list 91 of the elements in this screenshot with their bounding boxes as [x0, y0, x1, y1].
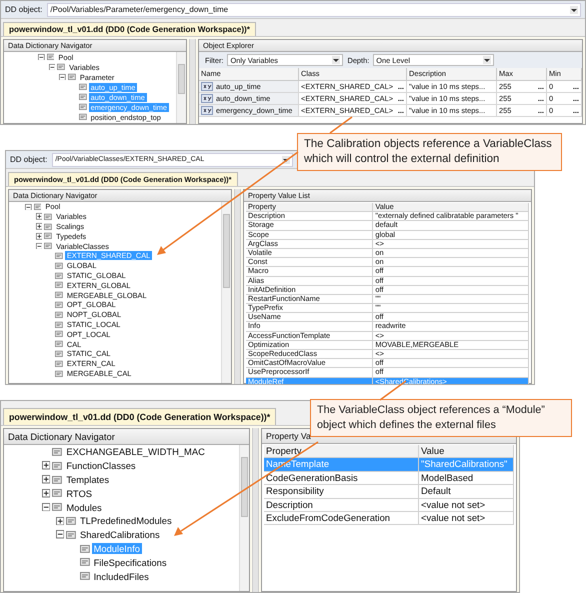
property-row[interactable]: ExcludeFromCodeGeneration <value not set> [264, 512, 514, 526]
node-icon [52, 474, 62, 484]
tree-item[interactable]: IncludedFiles [92, 570, 151, 582]
dropdown-caret-icon[interactable] [570, 6, 578, 14]
node-icon [52, 488, 62, 498]
column-header[interactable]: Property [264, 445, 419, 458]
node-icon [52, 502, 62, 512]
property-row[interactable]: Description <value not set> [264, 498, 514, 512]
node-icon [44, 212, 52, 221]
property-name: Description [264, 498, 419, 512]
variable-icon [201, 94, 213, 103]
node-icon [44, 242, 52, 250]
node-icon [34, 203, 42, 211]
tree-item[interactable]: Templates [64, 474, 112, 485]
property-name: Responsibility [264, 485, 419, 499]
node-icon [46, 53, 54, 61]
node-icon [55, 291, 63, 299]
scrollbar[interactable] [221, 202, 231, 383]
document-tab[interactable]: powerwindow_tl_v01.dd (DD0 (Code Generation Workspace))* [3, 408, 276, 425]
node-icon [57, 63, 66, 71]
node-icon [52, 460, 62, 471]
node-icon [44, 222, 52, 230]
node-icon [55, 262, 63, 270]
node-icon [78, 113, 87, 121]
node-icon [55, 252, 63, 260]
collapse-icon[interactable] [42, 502, 50, 512]
tree-item[interactable]: SharedCalibrations [78, 529, 162, 540]
node-icon [55, 320, 63, 328]
node-icon [68, 73, 76, 81]
scrollbar[interactable] [176, 52, 186, 123]
path-field[interactable]: /Pool/Variables/Parameter/emergency_down_time [47, 2, 581, 16]
expand-icon[interactable] [56, 516, 64, 526]
expand-icon[interactable] [42, 489, 50, 498]
node-icon [80, 544, 90, 554]
expand-icon[interactable] [36, 232, 42, 240]
node-icon [55, 310, 63, 319]
dropdown-caret-icon[interactable] [483, 56, 492, 64]
column-header[interactable]: Value [419, 445, 514, 458]
tree-item[interactable]: EXCHANGEABLE_WIDTH_MAC [64, 446, 207, 458]
property-value: "SharedCalibrations" [419, 458, 514, 472]
expand-icon[interactable] [36, 223, 42, 230]
node-icon [78, 103, 87, 111]
collapse-icon[interactable] [25, 204, 32, 210]
panel-title: Data Dictionary Navigator [4, 429, 249, 445]
callout: The Calibration objects reference a VariableClass which will control the external definition [297, 133, 562, 171]
callout: The VariableClass object references a “Module” object which defines the external files [310, 399, 572, 437]
tree-item[interactable]: FunctionClasses [64, 460, 138, 472]
property-value: ModelBased [419, 472, 514, 486]
expand-icon[interactable] [42, 461, 50, 470]
dd-object-label: DD object: [5, 5, 42, 14]
property-value: <value not set> [419, 512, 514, 526]
expand-icon[interactable] [36, 213, 42, 220]
collapse-icon[interactable] [36, 242, 42, 250]
property-row[interactable]: Responsibility Default [264, 485, 514, 499]
property-name: ExcludeFromCodeGeneration [264, 512, 419, 526]
property-name: CodeGenerationBasis [264, 472, 419, 486]
node-icon [55, 300, 63, 309]
node-icon [55, 340, 63, 348]
document-tab[interactable]: powerwindow_tl_v01.dd (DD0 (Code Generation Workspace))* [3, 22, 256, 36]
collapse-icon[interactable] [38, 54, 45, 60]
variable-icon [201, 82, 213, 91]
node-icon [78, 93, 87, 101]
scrollbar[interactable] [239, 445, 249, 591]
property-value: Default [419, 485, 514, 499]
collapse-icon[interactable] [56, 530, 64, 539]
collapse-icon[interactable] [59, 74, 66, 80]
node-icon [44, 232, 52, 240]
node-icon [52, 446, 62, 457]
variable-icon [201, 106, 213, 115]
node-icon [55, 272, 63, 280]
leader-line [330, 116, 352, 134]
node-icon [55, 330, 63, 338]
tree-item[interactable]: RTOS [64, 488, 94, 499]
node-icon [80, 571, 90, 581]
collapse-icon[interactable] [48, 64, 56, 70]
node-icon [80, 557, 90, 568]
tree-item[interactable]: Modules [64, 502, 104, 513]
node-icon [55, 360, 63, 368]
tree-item[interactable]: TLPredefinedModules [78, 515, 174, 526]
dd-object-label: DD object: [10, 155, 48, 164]
node-icon [55, 350, 63, 358]
expand-icon[interactable] [42, 475, 50, 484]
property-row[interactable]: CodeGenerationBasis ModelBased [264, 472, 514, 486]
node-icon [55, 370, 63, 378]
node-icon [66, 530, 76, 540]
node-icon [66, 516, 76, 526]
node-icon [78, 83, 87, 91]
dropdown-caret-icon[interactable] [332, 56, 340, 64]
node-icon [55, 281, 63, 290]
property-value: <value not set> [419, 498, 514, 512]
tree-item[interactable]: FileSpecifications [92, 556, 169, 568]
